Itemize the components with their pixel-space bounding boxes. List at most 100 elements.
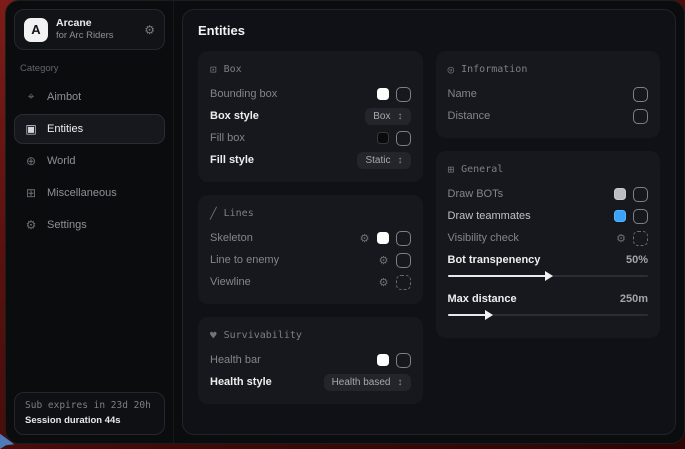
general-card-header: ⊞ General — [448, 163, 649, 176]
box-card-header: ⊡ Box — [210, 63, 411, 76]
checkbox[interactable] — [396, 231, 411, 246]
sidebar-item-label: Aimbot — [47, 91, 81, 103]
setting-label: Health bar — [210, 354, 261, 366]
right-column: ◎ Information Name Distance ⊞ — [436, 51, 661, 404]
checkbox[interactable] — [633, 87, 648, 102]
lines-card: ╱ Lines Skeleton ⚙ Line to enemy — [198, 195, 423, 304]
setting-label: Skeleton — [210, 232, 253, 244]
health-style-dropdown[interactable]: Health based ↕ — [324, 374, 411, 391]
checkbox[interactable] — [633, 231, 648, 246]
setting-row: Distance — [448, 105, 649, 127]
globe-icon: ⊕ — [24, 154, 38, 168]
setting-label: Draw BOTs — [448, 188, 504, 200]
gear-icon[interactable]: ⚙ — [616, 232, 626, 245]
dropdown-value: Health based — [332, 377, 391, 388]
sidebar-item-aimbot[interactable]: ⌖ Aimbot — [14, 81, 165, 112]
card-title: Lines — [224, 208, 254, 219]
app-logo: A — [24, 18, 48, 42]
setting-row: Fill style Static ↕ — [210, 149, 411, 171]
app-subtitle: for Arc Riders — [56, 30, 114, 42]
setting-row: Fill box — [210, 127, 411, 149]
slider-thumb[interactable] — [485, 310, 493, 320]
color-swatch[interactable] — [614, 210, 626, 222]
box-icon: ⊡ — [210, 63, 217, 76]
setting-label: Max distance — [448, 293, 517, 305]
setting-row: Health bar — [210, 349, 411, 371]
setting-label: Box style — [210, 110, 259, 122]
gear-icon[interactable]: ⚙ — [379, 254, 389, 267]
session-duration-text: Session duration 44s — [25, 415, 154, 426]
sidebar: A Arcane for Arc Riders ⚙ Category ⌖ Aim… — [6, 1, 174, 443]
dropdown-value: Box — [373, 111, 390, 122]
slider-value: 50% — [626, 254, 648, 266]
setting-label: Bounding box — [210, 88, 277, 100]
sidebar-item-settings[interactable]: ⚙ Settings — [14, 210, 165, 240]
color-swatch[interactable] — [614, 188, 626, 200]
setting-row: Viewline ⚙ — [210, 271, 411, 293]
checkbox[interactable] — [396, 253, 411, 268]
slider-label-row: Max distance 250m — [448, 288, 649, 310]
gear-icon: ⚙ — [24, 218, 38, 232]
gear-icon[interactable]: ⚙ — [360, 232, 370, 245]
setting-label: Distance — [448, 110, 491, 122]
setting-row: Visibility check ⚙ — [448, 227, 649, 249]
setting-row: Line to enemy ⚙ — [210, 249, 411, 271]
main-panel: Entities ⊡ Box Bounding box — [182, 9, 676, 435]
lines-card-header: ╱ Lines — [210, 207, 411, 220]
color-swatch[interactable] — [377, 354, 389, 366]
line-icon: ╱ — [210, 207, 217, 220]
sidebar-item-label: Miscellaneous — [47, 187, 117, 199]
slider-label-row: Bot transpenency 50% — [448, 249, 649, 271]
grid-icon: ⊞ — [448, 163, 455, 176]
sidebar-item-miscellaneous[interactable]: ⊞ Miscellaneous — [14, 178, 165, 208]
sub-expires-text: Sub expires in 23d 20h — [25, 400, 154, 411]
checkbox[interactable] — [633, 109, 648, 124]
app-header-card: A Arcane for Arc Riders ⚙ — [14, 9, 165, 50]
app-meta: Arcane for Arc Riders — [56, 17, 114, 42]
info-icon: ◎ — [448, 63, 455, 76]
color-swatch[interactable] — [377, 232, 389, 244]
card-title: General — [461, 164, 503, 175]
setting-row: Draw teammates — [448, 205, 649, 227]
checkbox[interactable] — [396, 353, 411, 368]
slider-thumb[interactable] — [545, 271, 553, 281]
checkbox[interactable] — [396, 87, 411, 102]
sidebar-item-label: World — [47, 155, 76, 167]
setting-label: Draw teammates — [448, 210, 531, 222]
sidebar-item-world[interactable]: ⊕ World — [14, 146, 165, 176]
sidebar-item-label: Settings — [47, 219, 87, 231]
slider-value: 250m — [620, 293, 648, 305]
slider-fill — [448, 314, 488, 316]
bot-transparency-slider[interactable] — [448, 271, 649, 281]
gear-icon[interactable]: ⚙ — [144, 23, 155, 37]
app-title: Arcane — [56, 17, 114, 30]
sidebar-item-label: Entities — [47, 123, 83, 135]
app-window: A Arcane for Arc Riders ⚙ Category ⌖ Aim… — [5, 0, 685, 444]
checkbox[interactable] — [633, 187, 648, 202]
grid-icon: ⊞ — [24, 186, 38, 200]
checkbox[interactable] — [396, 275, 411, 290]
box-style-dropdown[interactable]: Box ↕ — [365, 108, 410, 125]
category-label: Category — [20, 63, 159, 74]
chevron-updown-icon: ↕ — [398, 377, 403, 388]
setting-row: Health style Health based ↕ — [210, 371, 411, 393]
survivability-card: ♥ Survivability Health bar Health style — [198, 317, 423, 404]
setting-row: Skeleton ⚙ — [210, 227, 411, 249]
columns: ⊡ Box Bounding box Box style Box — [198, 51, 660, 404]
checkbox[interactable] — [396, 131, 411, 146]
chevron-updown-icon: ↕ — [398, 155, 403, 166]
color-swatch[interactable] — [377, 88, 389, 100]
setting-row: Box style Box ↕ — [210, 105, 411, 127]
fill-style-dropdown[interactable]: Static ↕ — [357, 152, 410, 169]
card-title: Information — [461, 64, 527, 75]
setting-label: Bot transpenency — [448, 254, 541, 266]
max-distance-slider[interactable] — [448, 310, 649, 320]
gear-icon[interactable]: ⚙ — [379, 276, 389, 289]
card-title: Box — [224, 64, 242, 75]
checkbox[interactable] — [633, 209, 648, 224]
sidebar-item-entities[interactable]: ▣ Entities — [14, 114, 165, 144]
survivability-card-header: ♥ Survivability — [210, 329, 411, 342]
crosshair-icon: ⌖ — [24, 89, 38, 104]
color-swatch[interactable] — [377, 132, 389, 144]
entities-icon: ▣ — [24, 122, 38, 136]
